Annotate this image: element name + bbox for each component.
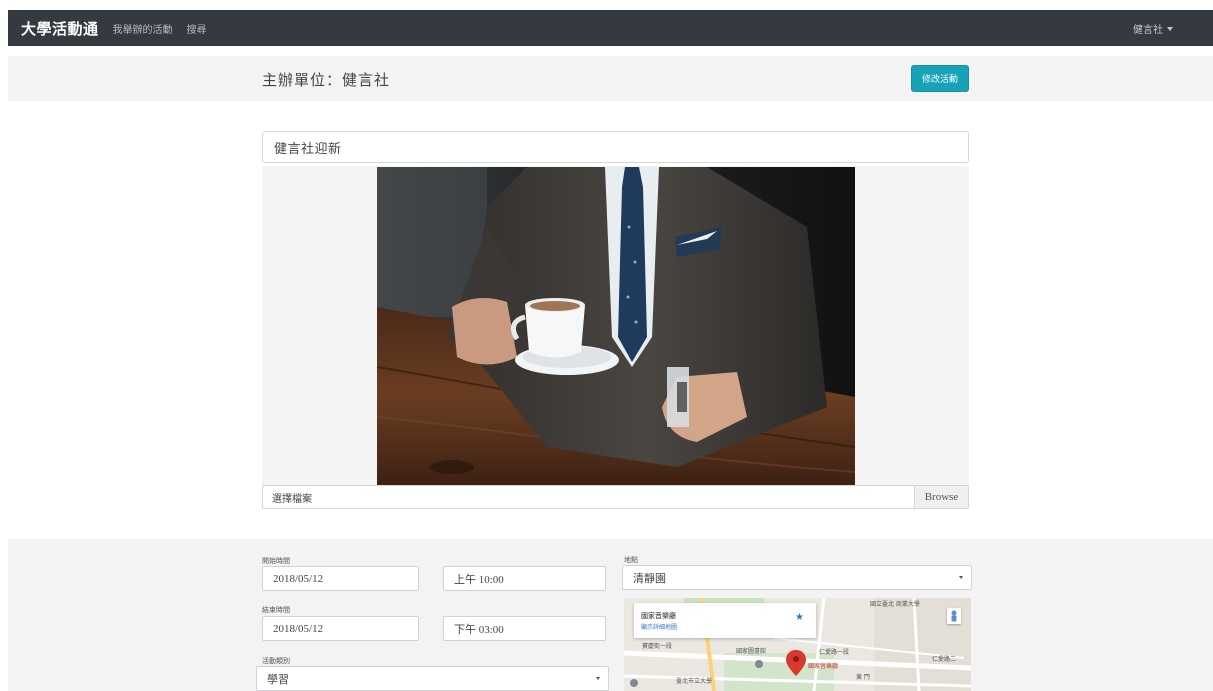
caret-down-icon (1167, 26, 1173, 31)
category-value: 學習 (267, 673, 289, 686)
browse-button[interactable]: Browse (914, 486, 968, 508)
nav-link-my-events[interactable]: 我舉辦的活動 (113, 21, 173, 36)
event-photo (377, 167, 855, 485)
event-title-input[interactable]: 健言社迎新 (262, 131, 969, 163)
end-time-label: 結束時間 (262, 606, 290, 614)
start-time-label: 開始時間 (262, 557, 290, 565)
map-label-school: 臺北市立大學 (676, 678, 713, 685)
event-image-container (262, 166, 969, 485)
edit-event-button[interactable]: 修改活動 (911, 65, 969, 92)
location-value: 清靜園 (633, 572, 666, 585)
user-name: 健言社 (1133, 24, 1163, 36)
top-navbar: 大學活動通 我舉辦的活動 搜尋 健言社 (8, 10, 1213, 46)
map-info-title: 國家音樂廳 (641, 612, 676, 620)
organizer-title: 主辦單位：健言社 (262, 71, 391, 89)
map-label-road1: 仁愛路一段 (819, 649, 850, 656)
nav-link-search[interactable]: 搜尋 (187, 21, 207, 36)
start-time-input[interactable]: 上午 10:00 (443, 566, 606, 591)
map-label-concert-hall: 國家音樂廳 (808, 663, 839, 670)
map-label-gate: 東 門 (856, 674, 870, 681)
map-label-road2: 仁愛路二 (932, 656, 957, 663)
event-details-section (8, 539, 1213, 691)
location-label: 地點 (624, 556, 638, 564)
file-input-label: 選擇檔案 (272, 493, 312, 505)
location-select[interactable]: 清靜園 (622, 565, 972, 590)
end-date-input[interactable]: 2018/05/12 (262, 616, 419, 641)
brand-logo[interactable]: 大學活動通 (21, 18, 99, 39)
organizer-header: 主辦單位：健言社 修改活動 (8, 56, 1213, 101)
map-label-university: 國立臺北 商業大學 (870, 601, 920, 608)
map-label-road3: 寶慶街一段 (642, 643, 673, 650)
user-dropdown[interactable]: 健言社 (1133, 10, 1173, 46)
image-file-input[interactable]: 選擇檔案 Browse (262, 485, 969, 509)
street-view-icon[interactable] (947, 608, 961, 624)
select-caret-icon (596, 677, 600, 680)
star-icon[interactable]: ★ (795, 612, 804, 623)
start-date-input[interactable]: 2018/05/12 (262, 566, 419, 591)
category-label: 活動類別 (262, 657, 290, 665)
page: 大學活動通 我舉辦的活動 搜尋 健言社 主辦單位：健言社 修改活動 健言社迎新 (0, 0, 1213, 691)
location-map[interactable]: 國立臺北 商業大學 國家圖書館 國家音樂廳 臺北市立大學 東 門 仁愛路一段 仁… (624, 598, 971, 691)
select-caret-icon (959, 576, 963, 579)
map-larger-link[interactable]: 顯示詳細地圖 (641, 622, 677, 631)
map-info-window: 國家音樂廳 顯示詳細地圖 ★ (634, 603, 816, 638)
map-label-library: 國家圖書館 (736, 648, 767, 655)
end-time-input[interactable]: 下午 03:00 (443, 616, 606, 641)
category-select[interactable]: 學習 (256, 666, 609, 691)
